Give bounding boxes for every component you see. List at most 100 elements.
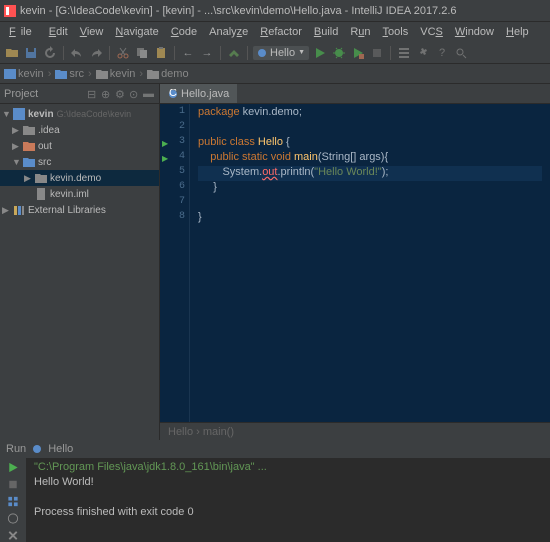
svg-text:C: C — [169, 89, 177, 99]
separator — [220, 46, 221, 60]
separator — [174, 46, 175, 60]
line-gutter: 1 2 ▶3 ▶4 5 6 7 8 — [160, 104, 190, 422]
window-title: kevin - [G:\IdeaCode\kevin] - [kevin] - … — [20, 5, 457, 17]
coverage-icon[interactable] — [350, 45, 366, 61]
help-icon[interactable]: ? — [434, 45, 450, 61]
menu-file[interactable]: File — [4, 24, 42, 40]
editor: C Hello.java 1 2 ▶3 ▶4 5 6 7 8 package k… — [160, 84, 550, 440]
chevron-down-icon: ▼ — [298, 49, 305, 56]
tab-label: Hello.java — [181, 88, 229, 100]
search-icon[interactable] — [453, 45, 469, 61]
tree-item[interactable]: ▼ src — [0, 154, 159, 170]
run-icon[interactable] — [312, 45, 328, 61]
run-gutter-icon[interactable]: ▶ — [162, 139, 168, 148]
tree-item[interactable]: ▶ External Libraries — [0, 202, 159, 218]
folder-icon — [96, 69, 108, 79]
pin-icon[interactable] — [6, 512, 20, 525]
library-icon — [13, 204, 25, 216]
module-icon — [4, 69, 16, 79]
undo-icon[interactable] — [69, 45, 85, 61]
package-icon — [35, 172, 47, 184]
tab-hello[interactable]: C Hello.java — [160, 84, 237, 103]
run-panel-header: Run Hello — [0, 440, 550, 458]
menu-code[interactable]: Code — [166, 24, 202, 40]
expand-arrow-icon[interactable]: ▶ — [24, 173, 32, 184]
forward-icon[interactable]: → — [199, 45, 215, 61]
project-panel: Project ⊟ ⊕ ⚙ ⊙ ▬ ▼ kevin G:\IdeaCode\ke… — [0, 84, 160, 440]
back-icon[interactable]: ← — [180, 45, 196, 61]
scroll-icon[interactable]: ⊙ — [129, 88, 141, 100]
expand-arrow-icon[interactable]: ▶ — [2, 205, 10, 216]
expand-arrow-icon[interactable]: ▶ — [12, 141, 20, 152]
breadcrumb-item[interactable]: kevin — [96, 68, 136, 80]
run-config-selector[interactable]: Hello ▼ — [253, 46, 309, 60]
paste-icon[interactable] — [153, 45, 169, 61]
structure-icon[interactable] — [396, 45, 412, 61]
separator — [109, 46, 110, 60]
hide-icon[interactable]: ▬ — [143, 88, 155, 100]
menu-build[interactable]: Build — [309, 24, 343, 40]
chevron-icon: › — [139, 68, 143, 80]
module-icon — [13, 108, 25, 120]
panel-title: Project — [4, 88, 38, 100]
folder-icon — [23, 156, 35, 168]
tree-item-selected[interactable]: ▶ kevin.demo — [0, 170, 159, 186]
stop-icon[interactable] — [369, 45, 385, 61]
breadcrumb-item[interactable]: demo — [147, 68, 189, 80]
debug-icon[interactable] — [331, 45, 347, 61]
code-area[interactable]: package kevin.demo; public class Hello {… — [190, 104, 550, 422]
settings-icon[interactable]: ⚙ — [115, 88, 127, 100]
folder-icon — [147, 69, 159, 79]
refresh-icon[interactable] — [42, 45, 58, 61]
menubar: File Edit View Navigate Code Analyze Ref… — [0, 22, 550, 42]
open-icon[interactable] — [4, 45, 20, 61]
class-icon: C — [168, 89, 178, 99]
settings-icon[interactable] — [415, 45, 431, 61]
save-icon[interactable] — [23, 45, 39, 61]
menu-view[interactable]: View — [75, 24, 109, 40]
close-icon[interactable] — [6, 529, 20, 542]
rerun-icon[interactable] — [6, 461, 20, 474]
run-gutter-icon[interactable]: ▶ — [162, 154, 168, 163]
breadcrumb-item[interactable]: kevin — [4, 68, 44, 80]
cut-icon[interactable] — [115, 45, 131, 61]
tree-root[interactable]: ▼ kevin G:\IdeaCode\kevin — [0, 106, 159, 122]
titlebar: kevin - [G:\IdeaCode\kevin] - [kevin] - … — [0, 0, 550, 22]
restart-icon[interactable] — [6, 495, 20, 508]
editor-breadcrumb: Hello › main() — [160, 422, 550, 440]
breadcrumb-item[interactable]: src — [55, 68, 84, 80]
file-icon — [35, 188, 47, 200]
tree-item[interactable]: ▶ .idea — [0, 122, 159, 138]
collapse-icon[interactable]: ⊟ — [87, 88, 99, 100]
panel-header: Project ⊟ ⊕ ⚙ ⊙ ▬ — [0, 84, 159, 104]
separator — [390, 46, 391, 60]
app-icon — [4, 5, 16, 17]
menu-window[interactable]: Window — [450, 24, 499, 40]
expand-icon[interactable]: ⊕ — [101, 88, 113, 100]
menu-help[interactable]: Help — [501, 24, 534, 40]
toolbar: ← → Hello ▼ ? — [0, 42, 550, 64]
chevron-icon: › — [88, 68, 92, 80]
copy-icon[interactable] — [134, 45, 150, 61]
project-tree: ▼ kevin G:\IdeaCode\kevin ▶ .idea ▶ out … — [0, 104, 159, 220]
menu-edit[interactable]: Edit — [44, 24, 73, 40]
expand-arrow-icon[interactable]: ▼ — [2, 109, 10, 119]
expand-arrow-icon[interactable]: ▶ — [12, 125, 20, 136]
menu-tools[interactable]: Tools — [378, 24, 414, 40]
menu-analyze[interactable]: Analyze — [204, 24, 253, 40]
menu-run[interactable]: Run — [345, 24, 375, 40]
folder-icon — [23, 140, 35, 152]
menu-refactor[interactable]: Refactor — [255, 24, 307, 40]
separator — [63, 46, 64, 60]
chevron-icon: › — [48, 68, 52, 80]
run-tab-label[interactable]: Run — [6, 443, 26, 455]
menu-navigate[interactable]: Navigate — [110, 24, 163, 40]
class-icon — [257, 48, 267, 58]
build-icon[interactable] — [226, 45, 242, 61]
tree-item[interactable]: ▶ out — [0, 138, 159, 154]
redo-icon[interactable] — [88, 45, 104, 61]
stop-icon[interactable] — [6, 478, 20, 491]
tree-item[interactable]: kevin.iml — [0, 186, 159, 202]
menu-vcs[interactable]: VCS — [415, 24, 448, 40]
expand-arrow-icon[interactable]: ▼ — [12, 157, 20, 167]
